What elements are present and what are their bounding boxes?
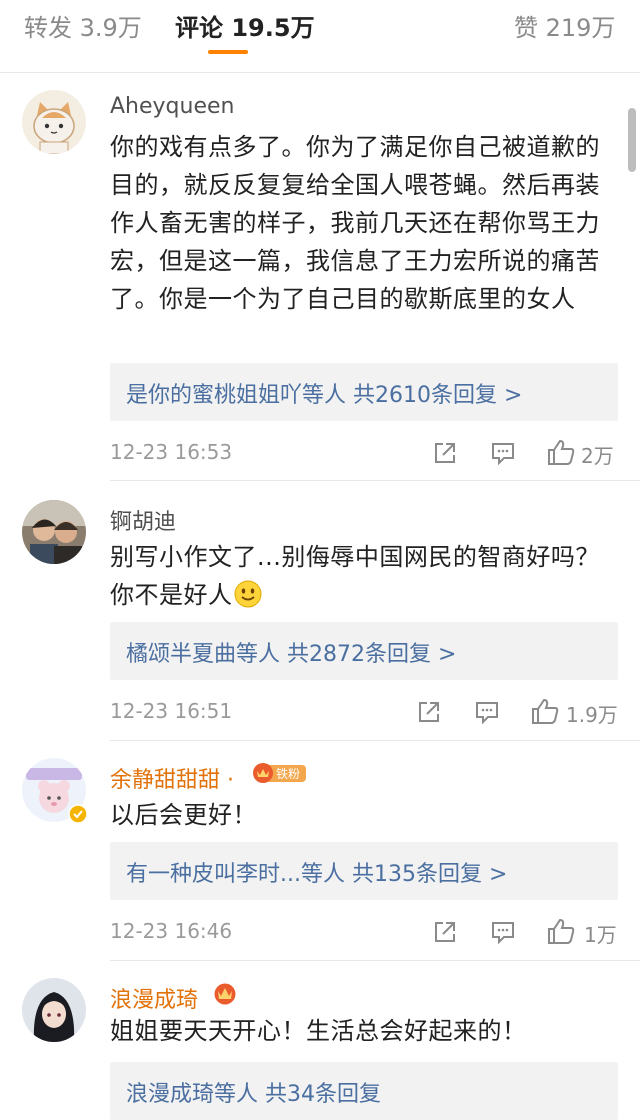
timestamp: 12-23 16:46: [110, 919, 233, 943]
divider: [110, 960, 640, 961]
replies-link[interactable]: 是你的蜜桃姐姐吖等人 共2610条回复 >: [126, 377, 522, 409]
comment-text: 以后会更好！: [110, 801, 257, 829]
replies-link[interactable]: 橘颂半夏曲等人 共2872条回复 >: [126, 636, 456, 668]
divider: [110, 740, 640, 741]
tab-comments[interactable]: 评论 19.5万: [175, 8, 315, 43]
tabs-divider: [0, 72, 640, 73]
comment-tabs: 转发 3.9万 评论 19.5万 赞 219万: [0, 0, 640, 60]
username[interactable]: Aheyqueen: [110, 94, 234, 119]
timestamp: 12-23 16:53: [110, 440, 233, 464]
comment-icon[interactable]: [490, 919, 516, 945]
like-count: 2万: [581, 444, 614, 468]
like-count: 1万: [584, 923, 617, 947]
crown-icon: [214, 983, 236, 1005]
tab-repost[interactable]: 转发 3.9万: [24, 8, 142, 43]
comment-text: 你的戏有点多了。你为了满足你自己被道歉的目的，就反反复复给全国人喂苍蝇。然后再装…: [110, 133, 600, 313]
divider: [110, 480, 640, 481]
share-icon[interactable]: [432, 919, 458, 945]
smile-emoji-icon: [234, 580, 261, 608]
avatar[interactable]: [22, 978, 86, 1042]
username[interactable]: 浪漫成琦: [110, 982, 198, 1014]
replies-link[interactable]: 有一种皮叫李时...等人 共135条回复 >: [126, 856, 507, 888]
comment-text: 别写小作文了...别侮辱中国网民的智商好吗？你不是好人: [110, 538, 615, 614]
username[interactable]: 余静甜甜甜 ·: [110, 762, 234, 794]
replies-box[interactable]: 浪漫成琦等人 共34条回复: [110, 1062, 618, 1120]
tab-likes[interactable]: 赞 219万: [514, 8, 615, 43]
like-count: 1.9万: [566, 703, 618, 727]
replies-box[interactable]: 橘颂半夏曲等人 共2872条回复 >: [110, 622, 618, 680]
timestamp: 12-23 16:51: [110, 699, 233, 723]
share-icon[interactable]: [416, 699, 442, 725]
comment-icon[interactable]: [490, 440, 516, 466]
share-icon[interactable]: [432, 440, 458, 466]
replies-box[interactable]: 是你的蜜桃姐姐吖等人 共2610条回复 >: [110, 363, 618, 421]
fan-badge-label: 铁粉: [276, 767, 301, 781]
thumbs-up-icon[interactable]: [546, 917, 576, 945]
scrollbar[interactable]: [628, 108, 636, 172]
comment-text-content: 别写小作文了...别侮辱中国网民的智商好吗？你不是好人: [110, 543, 600, 609]
replies-box[interactable]: 有一种皮叫李时...等人 共135条回复 >: [110, 842, 618, 900]
avatar[interactable]: [22, 500, 86, 564]
username[interactable]: 锕胡迪: [110, 504, 176, 536]
replies-link[interactable]: 浪漫成琦等人 共34条回复: [126, 1076, 381, 1108]
thumbs-up-icon[interactable]: [530, 697, 560, 725]
active-tab-indicator: [208, 50, 248, 54]
comment-icon[interactable]: [474, 699, 500, 725]
verified-icon: [68, 804, 88, 824]
avatar[interactable]: [22, 90, 86, 154]
comment-text: 姐姐要天天开心！生活总会好起来的！: [110, 1017, 527, 1045]
thumbs-up-icon[interactable]: [546, 438, 576, 466]
